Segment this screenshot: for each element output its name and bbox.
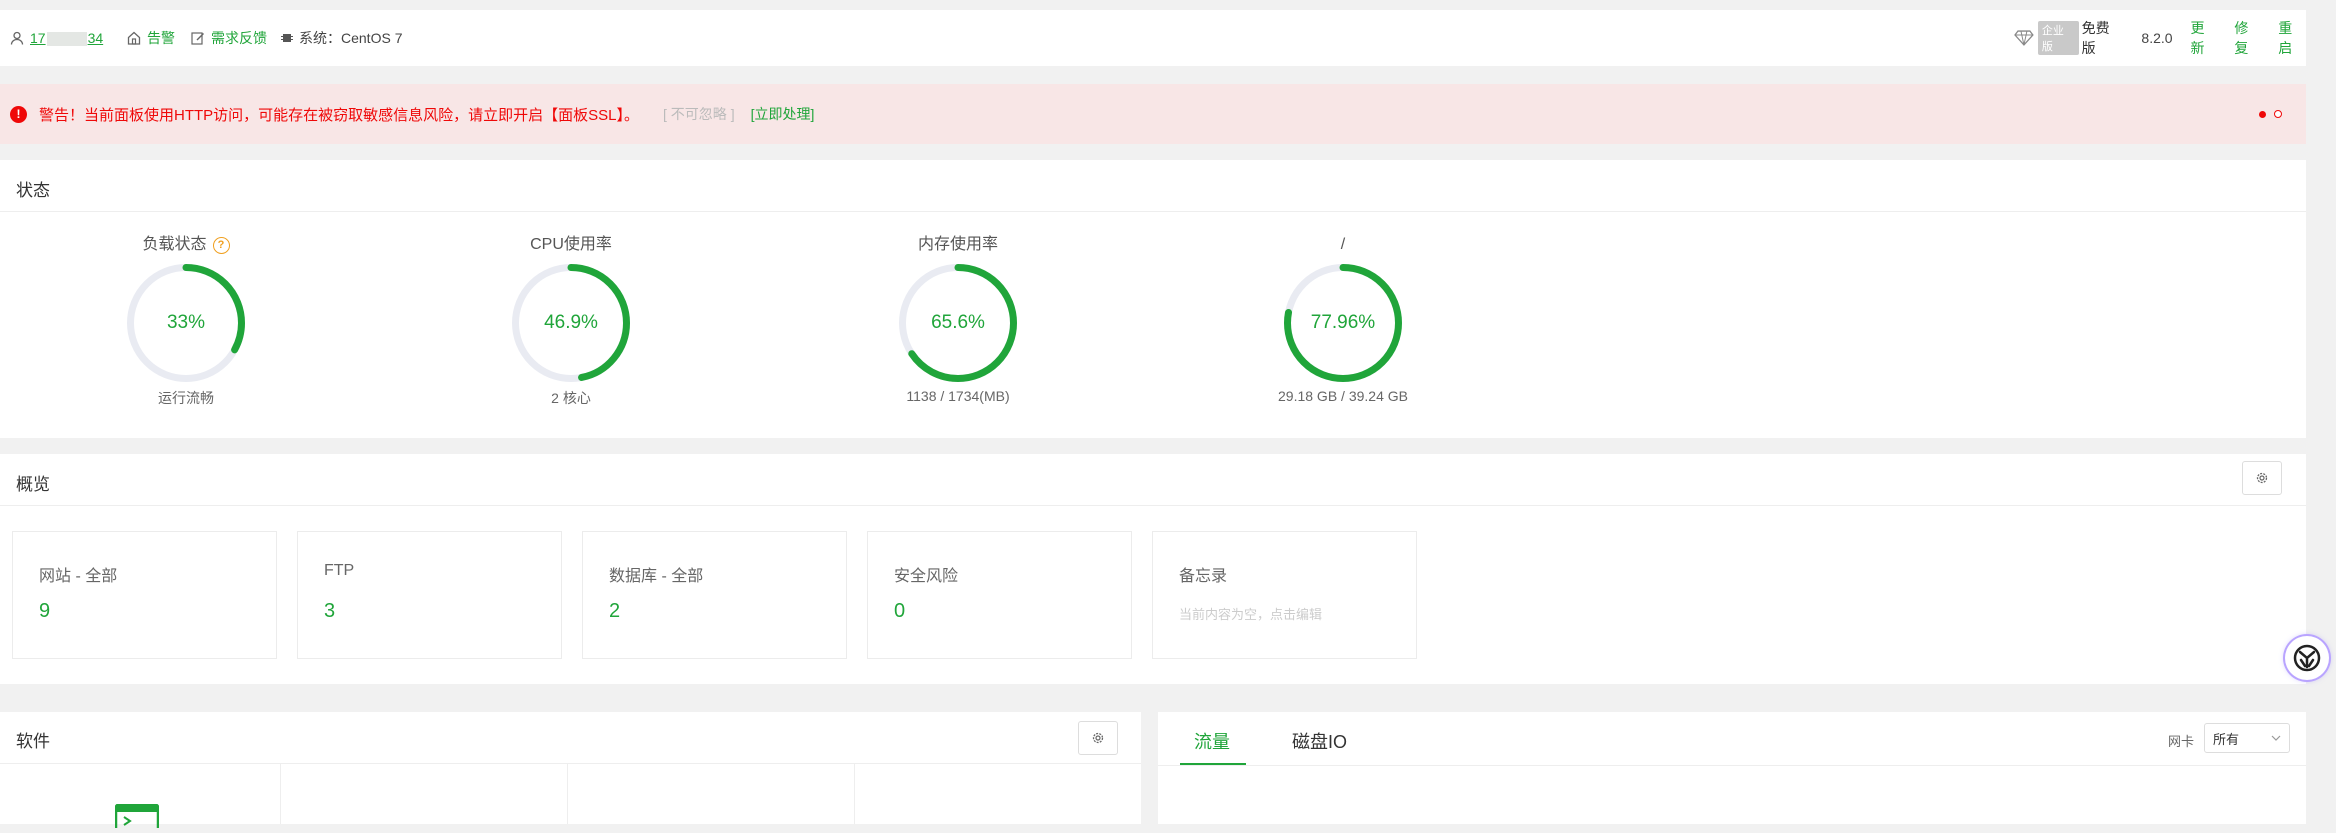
gauge-label-row: CPU使用率 <box>471 234 671 256</box>
gear-icon <box>1092 732 1104 744</box>
memory-gauge[interactable]: 内存使用率 65.6% 1138 / 1734(MB) <box>858 234 1058 404</box>
gauge-label: 负载状态 <box>142 236 207 253</box>
overview-title: 概览 <box>16 475 50 494</box>
tab-traffic[interactable]: 流量 <box>1194 728 1230 754</box>
gear-icon <box>2256 472 2268 484</box>
grid-divider <box>854 764 855 824</box>
gauge-label: / <box>1340 236 1346 253</box>
traffic-panel: 流量 磁盘IO 网卡 所有 <box>1158 712 2306 824</box>
grid-divider <box>280 764 281 824</box>
edit-icon <box>191 32 204 45</box>
card-label: 安全风险 <box>894 568 959 585</box>
grid-divider <box>567 764 568 824</box>
gauge-sub: 29.18 GB / 39.24 GB <box>1278 388 1408 404</box>
system-label: 系统：CentOS 7 <box>299 30 403 46</box>
divider <box>1158 765 2306 766</box>
status-title: 状态 <box>16 181 50 200</box>
top-bar: 17 34 告警 需求反馈 系统：CentOS 7 企业版 免费版 8.2.0 更… <box>0 10 2306 66</box>
gauge-value: 65.6% <box>931 312 985 333</box>
nic-select[interactable]: 所有 <box>2204 723 2290 753</box>
carousel-dot-active[interactable] <box>2259 111 2266 118</box>
edition-label: 免费版 <box>2081 20 2110 56</box>
gauge-value: 33% <box>166 312 206 333</box>
card-label: 备忘录 <box>1179 568 1228 585</box>
chevron-down-icon <box>2271 735 2281 741</box>
overview-card-database[interactable]: 数据库 - 全部 2 <box>582 531 847 659</box>
update-button[interactable]: 更新 <box>2191 18 2219 58</box>
alarm-label: 告警 <box>147 30 175 46</box>
gauge-sub: 2 核心 <box>551 390 591 406</box>
gauge-label: 内存使用率 <box>917 236 998 253</box>
ignore-label: [ 不可忽略 ] <box>663 106 735 122</box>
system-info: 系统：CentOS 7 <box>281 10 402 66</box>
divider <box>0 505 2306 506</box>
gauge-value: 77.96% <box>1310 312 1376 333</box>
warning-icon: ! <box>10 105 27 123</box>
card-value[interactable]: 2 <box>609 600 620 623</box>
divider <box>0 211 2306 212</box>
repair-button[interactable]: 修复 <box>2234 18 2262 58</box>
overview-card-sites[interactable]: 网站 - 全部 9 <box>12 531 277 659</box>
gauge-ring: 33% <box>127 264 245 382</box>
chip-icon <box>281 34 293 42</box>
card-label: FTP <box>324 562 355 579</box>
feedback-link[interactable]: 需求反馈 <box>191 10 267 66</box>
card-label: 网站 - 全部 <box>39 568 118 585</box>
gauge-ring: 77.96% <box>1284 264 1402 382</box>
carousel-dot[interactable] <box>2274 110 2282 118</box>
tab-disk-io[interactable]: 磁盘IO <box>1292 728 1347 754</box>
ssl-warning-alert: ! 警告！当前面板使用HTTP访问，可能存在被窃取敏感信息风险，请立即开启【面板… <box>0 84 2306 144</box>
overview-card-security[interactable]: 安全风险 0 <box>867 531 1132 659</box>
gauge-sub: 1138 / 1734(MB) <box>906 388 1010 404</box>
gauge-label-row: 负载状态? <box>86 234 286 256</box>
divider <box>0 763 1141 764</box>
handle-now-link[interactable]: [立即处理] <box>751 104 815 124</box>
software-title: 软件 <box>16 732 50 751</box>
masked-digits <box>46 32 87 47</box>
gauge-sub: 运行流畅 <box>158 390 214 406</box>
gauge-value: 46.9% <box>544 312 598 333</box>
gauge-ring: 46.9% <box>512 264 630 382</box>
disk-gauge[interactable]: / 77.96% 29.18 GB / 39.24 GB <box>1243 234 1443 404</box>
assistant-float-button[interactable] <box>2285 636 2329 680</box>
software-panel: 软件 <box>0 712 1141 833</box>
home-alert-icon <box>127 31 141 45</box>
enterprise-badge: 企业版 <box>2037 21 2079 55</box>
overview-card-ftp[interactable]: FTP 3 <box>297 531 562 659</box>
assistant-icon <box>2293 644 2321 672</box>
user-account[interactable]: 17 34 <box>10 10 103 66</box>
user-phone[interactable]: 17 34 <box>30 30 103 47</box>
restart-button[interactable]: 重启 <box>2278 18 2306 58</box>
memo-placeholder[interactable]: 当前内容为空，点击编辑 <box>1179 604 1322 623</box>
overview-settings-button[interactable] <box>2242 461 2282 495</box>
gauge-ring: 65.6% <box>899 264 1017 382</box>
gauge-label: CPU使用率 <box>530 236 612 253</box>
cpu-gauge[interactable]: CPU使用率 46.9% 2 核心 <box>471 234 671 408</box>
alarm-link[interactable]: 告警 <box>127 10 175 66</box>
nic-label: 网卡 <box>2168 734 2195 749</box>
terminal-app-icon[interactable] <box>114 803 160 833</box>
overview-card-memo[interactable]: 备忘录 当前内容为空，点击编辑 <box>1152 531 1417 659</box>
card-value[interactable]: 3 <box>324 600 335 623</box>
card-value[interactable]: 0 <box>894 600 905 623</box>
gauge-label-row: 内存使用率 <box>858 234 1058 256</box>
software-settings-button[interactable] <box>1078 721 1118 755</box>
load-gauge[interactable]: 负载状态? 33% 运行流畅 <box>86 234 286 408</box>
gauge-label-row: / <box>1243 234 1443 256</box>
version-label: 8.2.0 <box>2141 30 2173 46</box>
diamond-icon <box>2014 30 2034 46</box>
edition-info[interactable]: 企业版 免费版 8.2.0 更新 修复 重启 <box>2014 10 2306 66</box>
help-icon[interactable]: ? <box>212 236 230 254</box>
user-icon <box>10 31 24 45</box>
card-value[interactable]: 9 <box>39 600 50 623</box>
feedback-label: 需求反馈 <box>211 30 267 46</box>
alert-message: 警告！当前面板使用HTTP访问，可能存在被窃取敏感信息风险，请立即开启【面板SS… <box>39 106 640 124</box>
status-panel: 状态 负载状态? 33% 运行流畅 CPU使用率 46.9% 2 核心 内存使用… <box>0 160 2306 438</box>
nic-selected-value: 所有 <box>2213 731 2240 747</box>
card-label: 数据库 - 全部 <box>609 568 704 585</box>
